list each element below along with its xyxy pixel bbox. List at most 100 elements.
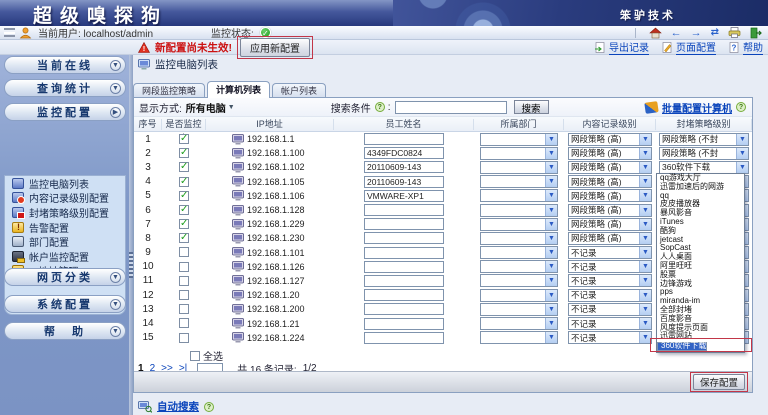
department-select[interactable]: ▼ bbox=[480, 189, 558, 202]
apply-config-button[interactable]: 应用新配置 bbox=[240, 38, 310, 57]
monitor-checkbox[interactable] bbox=[179, 262, 189, 272]
col-header-ip[interactable]: IP地址 bbox=[206, 119, 334, 130]
sidebar-panel-query-stats[interactable]: 查询统计▼ bbox=[4, 79, 126, 97]
help-circle-icon[interactable]: ? bbox=[375, 102, 385, 112]
department-select[interactable]: ▼ bbox=[480, 175, 558, 188]
refresh-icon[interactable]: ⇄ bbox=[711, 28, 719, 38]
employee-name-input[interactable] bbox=[364, 289, 444, 301]
export-records-link[interactable]: 导出记录 bbox=[594, 39, 649, 55]
search-button[interactable]: 搜索 bbox=[514, 100, 549, 114]
record-level-select[interactable]: 网段策略 (高)▼ bbox=[568, 189, 652, 202]
monitor-checkbox[interactable] bbox=[179, 134, 189, 144]
display-mode-select[interactable]: 所有电脑 bbox=[186, 100, 226, 115]
col-header-record[interactable]: 内容记录级别 bbox=[564, 119, 656, 130]
monitor-checkbox[interactable] bbox=[179, 162, 189, 172]
chevron-down-icon[interactable]: ▼ bbox=[110, 299, 121, 310]
monitor-checkbox[interactable] bbox=[179, 290, 189, 300]
forward-icon[interactable]: → bbox=[691, 28, 702, 38]
tab-segment-policy[interactable]: 网段监控策略 bbox=[133, 83, 205, 98]
tab-account-list[interactable]: 帐户列表 bbox=[272, 83, 326, 98]
save-config-button[interactable]: 保存配置 bbox=[693, 374, 745, 390]
sidebar-panel-help[interactable]: 帮 助▼ bbox=[4, 322, 126, 340]
col-header-monitor[interactable]: 是否监控 ↓ bbox=[162, 119, 206, 130]
monitor-checkbox[interactable] bbox=[179, 148, 189, 158]
department-select[interactable]: ▼ bbox=[480, 147, 558, 160]
department-select[interactable]: ▼ bbox=[480, 161, 558, 174]
monitor-checkbox[interactable] bbox=[179, 276, 189, 286]
employee-name-input[interactable] bbox=[364, 261, 444, 273]
employee-name-input[interactable] bbox=[364, 232, 444, 244]
employee-name-input[interactable] bbox=[364, 332, 444, 344]
monitor-checkbox[interactable] bbox=[179, 191, 189, 201]
record-level-select[interactable]: 网段策略 (高)▼ bbox=[568, 232, 652, 245]
sidebar-item-monitor-list[interactable]: 监控电脑列表 bbox=[5, 176, 125, 191]
department-select[interactable]: ▼ bbox=[480, 218, 558, 231]
employee-name-input[interactable] bbox=[364, 176, 444, 188]
col-header-name[interactable]: 员工姓名 bbox=[334, 119, 474, 130]
col-header-dept[interactable]: 所属部门 bbox=[474, 119, 564, 130]
menu-icon[interactable] bbox=[4, 28, 15, 37]
department-select[interactable]: ▼ bbox=[480, 232, 558, 245]
department-select[interactable]: ▼ bbox=[480, 331, 558, 344]
tab-computer-list[interactable]: 计算机列表 bbox=[207, 81, 270, 98]
record-level-select[interactable]: 不记录▼ bbox=[568, 260, 652, 273]
record-level-select[interactable]: 不记录▼ bbox=[568, 317, 652, 330]
monitor-checkbox[interactable] bbox=[179, 333, 189, 343]
employee-name-input[interactable] bbox=[364, 204, 444, 216]
department-select[interactable]: ▼ bbox=[480, 260, 558, 273]
department-select[interactable]: ▼ bbox=[480, 317, 558, 330]
monitor-checkbox[interactable] bbox=[179, 318, 189, 328]
department-select[interactable]: ▼ bbox=[480, 246, 558, 259]
record-level-select[interactable]: 不记录▼ bbox=[568, 274, 652, 287]
record-level-select[interactable]: 网段策略 (高)▼ bbox=[568, 204, 652, 217]
sidebar-item-block-level[interactable]: 封堵策略级别配置 bbox=[5, 205, 125, 220]
employee-name-input[interactable] bbox=[364, 218, 444, 230]
sidebar-item-alert[interactable]: 告警配置 bbox=[5, 220, 125, 235]
help-circle-icon[interactable]: ? bbox=[736, 102, 746, 112]
chevron-right-icon[interactable]: ▶ bbox=[110, 107, 121, 118]
department-select[interactable]: ▼ bbox=[480, 303, 558, 316]
record-level-select[interactable]: 不记录▼ bbox=[568, 289, 652, 302]
employee-name-input[interactable] bbox=[364, 133, 444, 145]
chevron-down-icon[interactable]: ▼ bbox=[110, 83, 121, 94]
auto-search-link[interactable]: 自动搜索 bbox=[157, 399, 199, 414]
record-level-select[interactable]: 网段策略 (高)▼ bbox=[568, 133, 652, 146]
help-link[interactable]: ? 帮助 bbox=[728, 39, 763, 55]
department-select[interactable]: ▼ bbox=[480, 289, 558, 302]
monitor-checkbox[interactable] bbox=[179, 177, 189, 187]
help-circle-icon[interactable]: ? bbox=[204, 402, 214, 412]
record-level-select[interactable]: 不记录▼ bbox=[568, 331, 652, 344]
record-level-select[interactable]: 不记录▼ bbox=[568, 303, 652, 316]
sidebar-panel-system-config[interactable]: 系统配置▼ bbox=[4, 295, 126, 313]
employee-name-input[interactable] bbox=[364, 247, 444, 259]
employee-name-input[interactable] bbox=[364, 318, 444, 330]
department-select[interactable]: ▼ bbox=[480, 133, 558, 146]
chevron-down-icon[interactable]: ▼ bbox=[110, 60, 121, 71]
block-level-select[interactable]: 网段策略 (不封▼ bbox=[659, 133, 749, 146]
search-input[interactable] bbox=[395, 101, 507, 114]
department-select[interactable]: ▼ bbox=[480, 204, 558, 217]
employee-name-input[interactable] bbox=[364, 190, 444, 202]
monitor-checkbox[interactable] bbox=[179, 205, 189, 215]
dropdown-option[interactable]: 迅雷加速后的网游 bbox=[657, 183, 744, 192]
sidebar-item-department[interactable]: 部门配置 bbox=[5, 234, 125, 249]
record-level-select[interactable]: 网段策略 (高)▼ bbox=[568, 175, 652, 188]
employee-name-input[interactable] bbox=[364, 147, 444, 159]
record-level-select[interactable]: 网段策略 (高)▼ bbox=[568, 147, 652, 160]
record-level-select[interactable]: 网段策略 (高)▼ bbox=[568, 161, 652, 174]
monitor-checkbox[interactable] bbox=[179, 219, 189, 229]
col-header-no[interactable]: 序号 bbox=[134, 119, 162, 130]
record-level-select[interactable]: 网段策略 (高)▼ bbox=[568, 218, 652, 231]
page-config-link[interactable]: 页面配置 bbox=[661, 39, 716, 55]
employee-name-input[interactable] bbox=[364, 275, 444, 287]
batch-config-link[interactable]: 批量配置计算机 bbox=[662, 100, 732, 115]
chevron-down-icon[interactable]: ▼ bbox=[110, 272, 121, 283]
employee-name-input[interactable] bbox=[364, 303, 444, 315]
monitor-checkbox[interactable] bbox=[179, 304, 189, 314]
sidebar-panel-web-category[interactable]: 网页分类▼ bbox=[4, 268, 126, 286]
sidebar-panel-monitor-config[interactable]: 监控配置▶ bbox=[4, 103, 126, 121]
department-select[interactable]: ▼ bbox=[480, 274, 558, 287]
home-icon[interactable] bbox=[649, 27, 662, 39]
chevron-down-icon[interactable]: ▼ bbox=[110, 326, 121, 337]
print-icon[interactable] bbox=[728, 27, 741, 38]
